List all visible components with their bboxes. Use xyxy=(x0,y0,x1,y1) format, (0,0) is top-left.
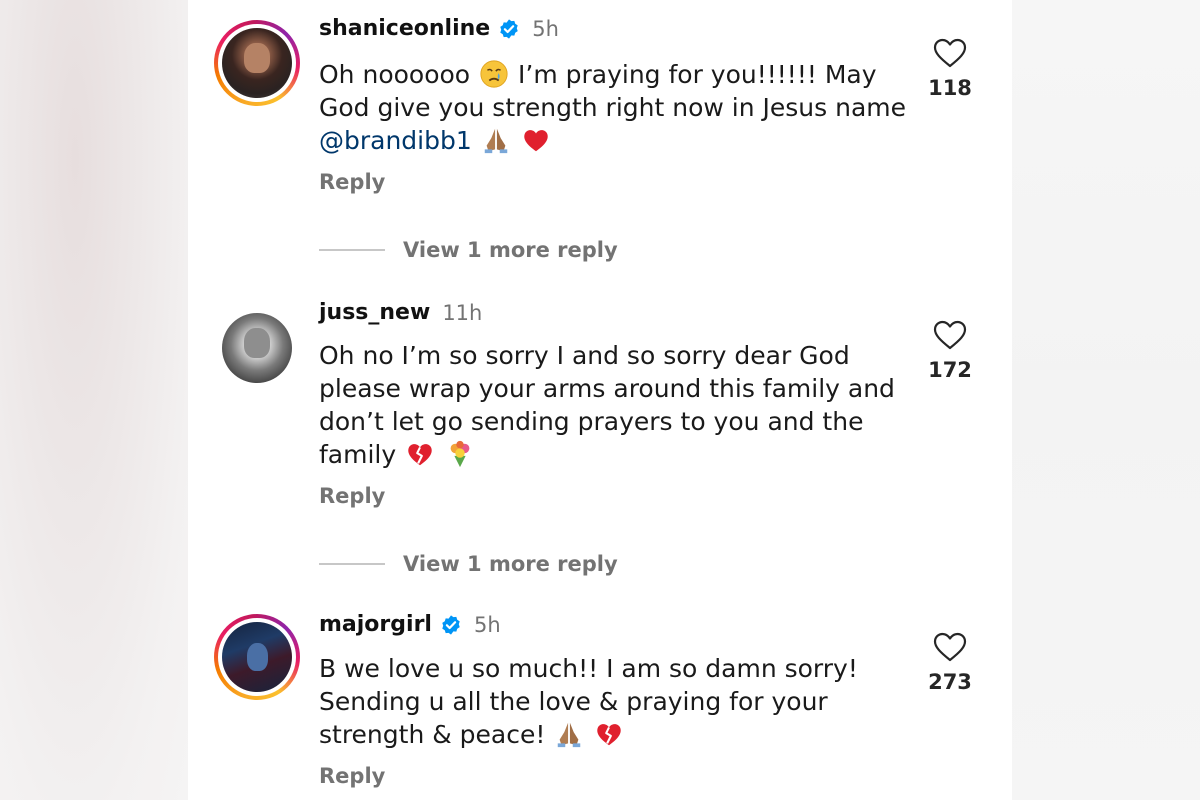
mention-link[interactable]: @brandibb1 xyxy=(319,126,472,155)
heart-icon[interactable] xyxy=(933,632,967,662)
broken-heart-icon xyxy=(597,724,622,746)
divider-line xyxy=(319,563,385,565)
reply-button[interactable]: Reply xyxy=(319,484,385,508)
avatar[interactable] xyxy=(214,20,300,106)
verified-badge-icon xyxy=(442,614,460,635)
comment-username[interactable]: shaniceonline xyxy=(319,16,490,41)
reply-button[interactable]: Reply xyxy=(319,764,385,788)
heart-icon[interactable] xyxy=(933,320,967,350)
like-count: 118 xyxy=(928,76,972,100)
comments-panel: shaniceonline 5h Oh noooooo I’m praying … xyxy=(188,0,1012,800)
comment-timestamp: 5h xyxy=(532,16,559,41)
comment-text: Oh noooooo I’m praying for you!!!!!! May… xyxy=(319,60,906,155)
comment-username[interactable]: majorgirl xyxy=(319,612,432,637)
red-heart-icon xyxy=(523,130,548,152)
view-more-label: View 1 more reply xyxy=(403,238,618,262)
crying-face-icon xyxy=(480,60,508,88)
comment-timestamp: 5h xyxy=(473,612,501,637)
background-right xyxy=(1012,0,1200,800)
like-count: 172 xyxy=(928,358,972,382)
broken-heart-icon xyxy=(408,444,432,466)
comment-timestamp: 11h xyxy=(442,300,483,325)
folded-hands-icon xyxy=(484,128,507,154)
comment-text: Oh no I’m so sorry I and so sorry dear G… xyxy=(319,341,895,469)
avatar[interactable] xyxy=(214,305,300,391)
comment-username[interactable]: juss_new xyxy=(319,300,430,325)
view-more-replies-button[interactable]: View 1 more reply xyxy=(319,552,618,576)
like-count: 273 xyxy=(928,670,972,694)
avatar[interactable] xyxy=(214,614,300,700)
folded-hands-icon xyxy=(558,722,581,748)
heart-icon[interactable] xyxy=(933,38,967,68)
reply-button[interactable]: Reply xyxy=(319,170,385,194)
bouquet-icon xyxy=(450,440,470,468)
verified-badge-icon xyxy=(500,18,518,39)
divider-line xyxy=(319,249,385,251)
background-left xyxy=(0,0,188,800)
comment-text: B we love u so much!! I am so damn sorry… xyxy=(319,654,858,749)
view-more-replies-button[interactable]: View 1 more reply xyxy=(319,238,618,262)
view-more-label: View 1 more reply xyxy=(403,552,618,576)
